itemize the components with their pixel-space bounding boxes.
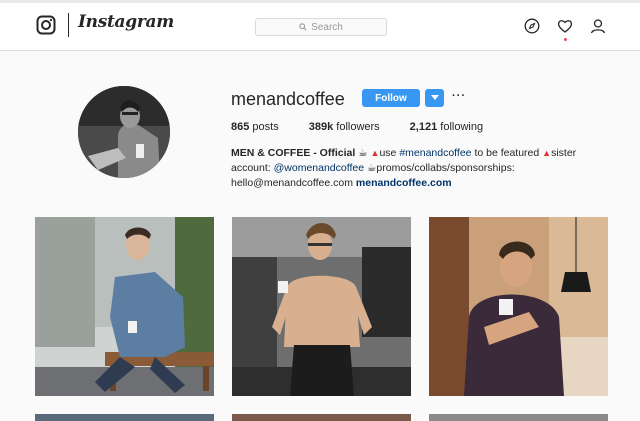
bio-text: use	[379, 147, 397, 159]
search-icon	[299, 23, 307, 31]
following-label: following	[440, 121, 484, 133]
stat-following[interactable]: 2,121 following	[410, 121, 483, 133]
post-thumbnail[interactable]	[35, 414, 214, 421]
bio-text: promos/collabs/sponsorships:	[376, 162, 515, 174]
coffee-icon: ☕	[367, 162, 377, 174]
website-link[interactable]: menandcoffee.com	[356, 177, 452, 189]
post-image	[232, 217, 411, 396]
post-thumbnail[interactable]	[429, 217, 608, 396]
hashtag-link[interactable]: #menandcoffee	[399, 147, 471, 159]
posts-count: 865	[231, 121, 250, 133]
posts-label: posts	[252, 121, 279, 133]
stat-followers[interactable]: 389k followers	[309, 121, 380, 133]
explore-compass-icon[interactable]	[524, 18, 540, 34]
post-image	[429, 217, 608, 396]
notification-dot	[564, 38, 567, 41]
following-count: 2,121	[409, 121, 438, 133]
search-placeholder: Search	[311, 21, 343, 33]
coffee-icon: ☕	[358, 147, 368, 159]
follow-button[interactable]: Follow	[362, 89, 420, 107]
bio-text: to be featured	[474, 147, 540, 159]
profile-bio: MEN & COFFEE - Official ☕ ▲ use #menandco…	[231, 146, 591, 191]
suggestions-dropdown-button[interactable]	[425, 89, 444, 107]
stat-posts: 865 posts	[231, 121, 279, 133]
post-image	[35, 217, 214, 396]
post-thumbnail[interactable]	[429, 414, 608, 421]
bio-email: hello@menandcoffee.com	[231, 177, 353, 189]
avatar-photo	[78, 86, 170, 178]
post-thumbnail[interactable]	[232, 217, 411, 396]
more-options-button[interactable]: ···	[452, 90, 466, 102]
profile-avatar[interactable]	[78, 86, 170, 178]
logo-divider	[68, 13, 69, 37]
browser-strip	[0, 0, 640, 3]
post-thumbnail[interactable]	[232, 414, 411, 421]
post-thumbnail[interactable]	[35, 217, 214, 396]
profile-stats: 865 posts 389k followers 2,121 following	[231, 121, 513, 133]
heart-icon[interactable]	[557, 18, 573, 34]
followers-count: 389k	[308, 121, 334, 133]
profile-username: menandcoffee	[231, 89, 345, 109]
top-navigation: Instagram Search	[0, 0, 640, 51]
followers-label: followers	[336, 121, 380, 133]
bio-full-name: MEN & COFFEE - Official	[231, 147, 356, 159]
profile-icon[interactable]	[590, 18, 606, 34]
mention-link[interactable]: @womenandcoffee	[274, 162, 364, 174]
search-input[interactable]: Search	[255, 18, 387, 36]
instagram-wordmark[interactable]: Instagram	[78, 12, 174, 32]
red-triangle-icon: ▲	[542, 148, 552, 158]
instagram-logo-icon[interactable]	[36, 15, 56, 35]
chevron-down-icon	[430, 95, 439, 100]
